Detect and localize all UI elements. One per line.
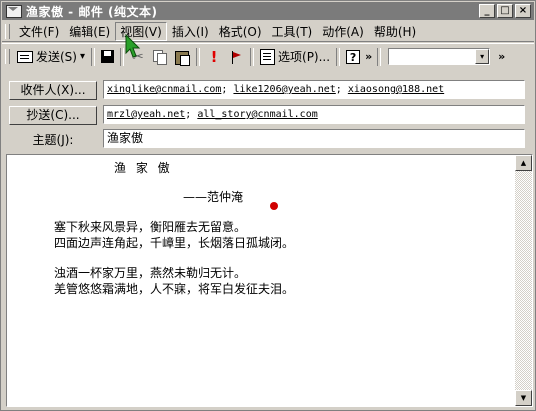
toolbar-grip[interactable] xyxy=(5,49,10,64)
toolbar-separator xyxy=(120,47,125,66)
poem-author: ——范仲淹 xyxy=(183,190,244,204)
mail-window: 渔家傲 - 邮件 (纯文本) _ □ × 文件(F) 编辑(E) 视图(V) 插… xyxy=(0,0,536,411)
toolbar-separator xyxy=(377,47,382,66)
cc-row: 抄送(C)... xyxy=(9,105,97,125)
cc-button[interactable]: 抄送(C)... xyxy=(9,105,97,125)
to-address[interactable]: xinglike@cnmail.com xyxy=(107,84,221,95)
window-title: 渔家傲 - 邮件 (纯文本) xyxy=(26,4,158,19)
flag-button[interactable] xyxy=(225,47,247,67)
to-button[interactable]: 收件人(X)... xyxy=(9,80,97,100)
cc-field[interactable]: mrzl@yeah.net; all_story@cnmail.com xyxy=(103,105,525,124)
red-dot-marker xyxy=(270,202,278,210)
cc-address[interactable]: mrzl@yeah.net xyxy=(107,109,185,120)
scroll-track[interactable] xyxy=(515,171,532,390)
poem-line: 四面边声连角起，千嶂里，长烟落日孤城闭。 xyxy=(54,236,295,250)
help-button[interactable]: ? xyxy=(343,47,363,67)
paste-button[interactable] xyxy=(171,47,193,67)
scroll-up-arrow-icon[interactable]: ▲ xyxy=(515,155,532,171)
to-row: 收件人(X)... xyxy=(9,80,97,100)
poem-line: 羌管悠悠霜满地，人不寐，将军白发征夫泪。 xyxy=(54,282,295,296)
importance-high-button[interactable]: ! xyxy=(203,47,225,67)
minimize-button[interactable]: _ xyxy=(479,4,495,18)
menu-format[interactable]: 格式(O) xyxy=(214,23,267,40)
format-combo[interactable]: ▾ xyxy=(388,48,491,65)
maximize-button[interactable]: □ xyxy=(497,4,513,18)
menu-tools[interactable]: 工具(T) xyxy=(267,23,318,40)
flag-icon xyxy=(228,49,244,65)
menu-actions[interactable]: 动作(A) xyxy=(317,23,369,40)
help-icon: ? xyxy=(346,49,361,64)
menu-insert[interactable]: 插入(I) xyxy=(167,23,214,40)
copy-icon xyxy=(152,49,168,65)
send-button[interactable]: 发送(S) ▾ xyxy=(14,47,88,67)
options-label: 选项(P)... xyxy=(278,50,331,64)
cc-address[interactable]: all_story@cnmail.com xyxy=(197,109,317,120)
subject-label: 主题(J): xyxy=(32,132,74,147)
to-address[interactable]: xiaosong@188.net xyxy=(348,84,444,95)
toolbar-overflow-chevron-icon[interactable]: » xyxy=(363,50,374,63)
send-label: 发送(S) xyxy=(36,50,77,64)
menubar-grip[interactable] xyxy=(5,24,10,39)
poem-line: 塞下秋来风景异，衡阳雁去无留意。 xyxy=(54,220,247,234)
send-dropdown-icon[interactable]: ▾ xyxy=(80,51,85,62)
options-button[interactable]: 选项(P)... xyxy=(257,47,333,67)
copy-button[interactable] xyxy=(149,47,171,67)
envelope-icon xyxy=(6,4,22,18)
send-icon xyxy=(17,50,33,63)
importance-icon: ! xyxy=(210,47,218,66)
to-field[interactable]: xinglike@cnmail.com; like1206@yeah.net; … xyxy=(103,80,525,99)
vertical-scrollbar[interactable]: ▲ ▼ xyxy=(515,155,532,406)
menu-edit[interactable]: 编辑(E) xyxy=(64,23,115,40)
scroll-down-arrow-icon[interactable]: ▼ xyxy=(515,390,532,406)
message-body[interactable]: 渔 家 傲 ——范仲淹 塞下秋来风景异，衡阳雁去无留意。 四面边声连角起，千嶂里… xyxy=(6,154,533,407)
to-address[interactable]: like1206@yeah.net xyxy=(233,84,335,95)
close-button[interactable]: × xyxy=(515,4,531,18)
menu-file[interactable]: 文件(F) xyxy=(14,23,64,40)
combo-arrow-icon[interactable]: ▾ xyxy=(475,49,490,64)
menu-bar: 文件(F) 编辑(E) 视图(V) 插入(I) 格式(O) 工具(T) 动作(A… xyxy=(2,22,534,42)
options-icon xyxy=(260,48,276,65)
toolbar-separator xyxy=(91,47,96,66)
title-bar[interactable]: 渔家傲 - 邮件 (纯文本) _ □ × xyxy=(2,2,534,20)
toolbar-separator xyxy=(336,47,341,66)
toolbar-separator xyxy=(196,47,201,66)
subject-row: 主题(J): xyxy=(9,129,97,149)
mouse-pointer-icon xyxy=(125,34,141,58)
poem-title: 渔 家 傲 xyxy=(114,161,173,175)
subject-input[interactable]: 渔家傲 xyxy=(103,129,525,148)
poem-line: 浊酒一杯家万里，燕然未勒归无计。 xyxy=(54,266,247,280)
standard-toolbar: 发送(S) ▾ ✂ ! 选项(P)... ? » ▾ » xyxy=(2,43,534,69)
window-controls: _ □ × xyxy=(479,4,531,18)
save-icon xyxy=(101,50,115,63)
save-button[interactable] xyxy=(98,47,117,67)
toolbar-overflow-chevron-icon-2[interactable]: » xyxy=(496,50,507,63)
paste-icon xyxy=(174,49,191,66)
toolbar-separator xyxy=(250,47,255,66)
menu-help[interactable]: 帮助(H) xyxy=(369,23,421,40)
